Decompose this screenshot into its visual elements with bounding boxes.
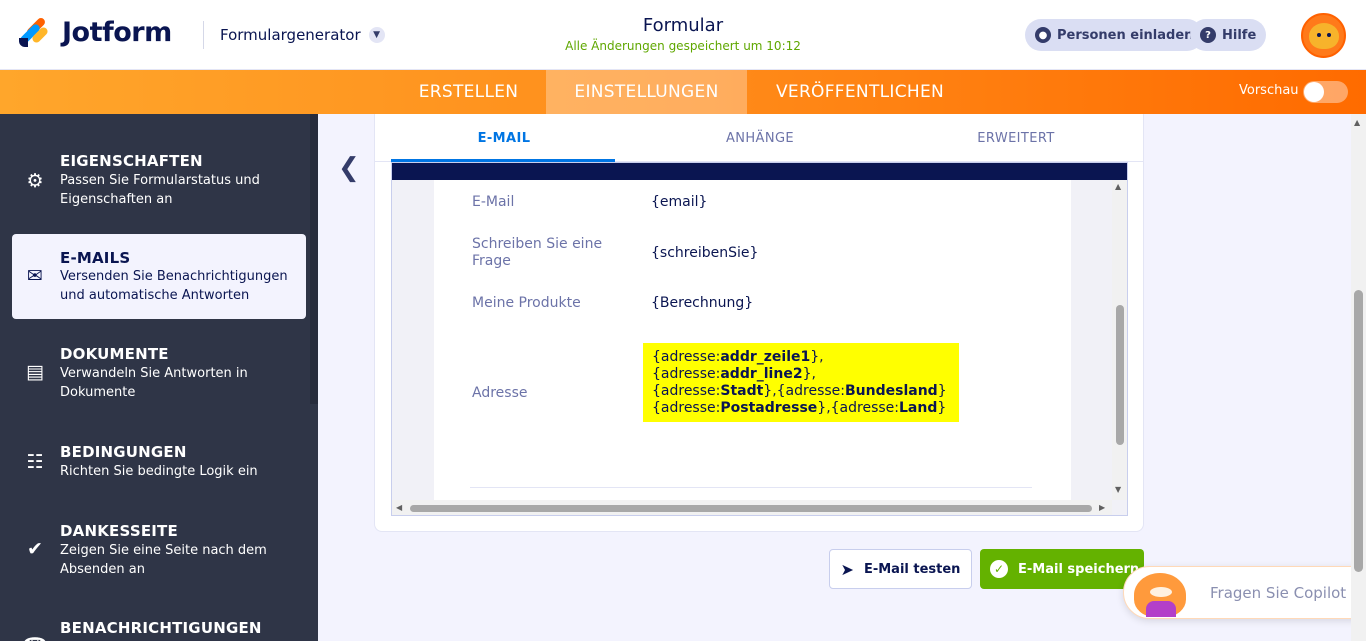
scroll-thumb[interactable] <box>1116 305 1124 445</box>
copilot-label: Fragen Sie Copilot <box>1210 584 1347 602</box>
invite-label: Personen einladen <box>1057 27 1194 43</box>
cat-avatar-icon <box>1308 22 1339 49</box>
preview-label: Vorschau <box>1239 83 1299 98</box>
editor-tabs: E-MAIL ANHÄNGE ERWEITERT <box>375 114 1143 162</box>
user-icon: ● <box>1035 27 1051 43</box>
bell-icon: ☎ <box>23 634 47 641</box>
invite-button[interactable]: ● Personen einladen <box>1025 19 1204 51</box>
scroll-right-icon[interactable]: ▶ <box>1099 503 1105 512</box>
sidebar-item-desc: Verwandeln Sie Antworten in Dokumente <box>60 366 248 400</box>
help-button[interactable]: ? Hilfe <box>1190 19 1267 51</box>
test-email-button[interactable]: ➤ E-Mail testen <box>829 549 972 589</box>
help-label: Hilfe <box>1222 27 1257 43</box>
sidebar-item-title: BEDINGUNGEN <box>60 443 187 461</box>
sidebar-item-dokumente[interactable]: ▤ DOKUMENTE Verwandeln Sie Antworten in … <box>12 336 306 416</box>
check-circle-icon: ✔ <box>27 538 43 560</box>
save-email-button[interactable]: ✓ E-Mail speichern <box>980 549 1144 589</box>
address-line-4: {adresse:Postadresse},{adresse:Land} <box>652 400 947 416</box>
sidebar-item-eigenschaften[interactable]: ⚙ EIGENSCHAFTEN Passen Sie Formularstatu… <box>12 142 306 222</box>
tab-einstellungen[interactable]: EINSTELLUNGEN <box>546 70 747 114</box>
preview-horizontal-scrollbar[interactable]: ◀ ▶ <box>392 500 1112 515</box>
tab-anhaenge[interactable]: ANHÄNGE <box>645 131 875 146</box>
tab-email[interactable]: E-MAIL <box>389 131 619 146</box>
email-editor-card: E-MAIL ANHÄNGE ERWEITERT E-Mail {email} … <box>374 114 1144 532</box>
tab-erstellen[interactable]: ERSTELLEN <box>398 70 539 114</box>
preview-divider <box>470 487 1032 488</box>
row-label-frage: Schreiben Sie eine Frage <box>472 236 603 269</box>
sidebar-item-desc: Versenden Sie Benachrichtigungen und aut… <box>60 269 288 303</box>
sidebar-item-title: EIGENSCHAFTEN <box>60 152 203 170</box>
tab-erweitert[interactable]: ERWEITERT <box>901 131 1131 146</box>
row-value-email: {email} <box>651 194 708 210</box>
document-icon: ▤ <box>26 361 44 383</box>
test-email-label: E-Mail testen <box>863 561 961 577</box>
preview-vertical-scrollbar[interactable]: ▲ ▼ <box>1112 180 1127 500</box>
scroll-down-icon[interactable]: ▼ <box>1115 485 1121 494</box>
address-line-2: {adresse:addr_line2}, <box>652 366 816 382</box>
sidebar-item-title: BENACHRICHTIGUNGEN <box>60 619 262 637</box>
row-label-adresse: Adresse <box>472 385 528 401</box>
row-value-produkte: {Berechnung} <box>651 295 754 311</box>
email-preview-header <box>392 163 1127 180</box>
sidebar-item-title: E-MAILS <box>60 249 131 267</box>
address-line-3: {adresse:Stadt},{adresse:Bundesland} <box>652 383 947 399</box>
row-label-produkte: Meine Produkte <box>472 295 581 311</box>
sidebar-item-benachrichtigungen[interactable]: ☎ BENACHRICHTIGUNGEN <box>12 614 306 641</box>
sitemap-icon: ☷ <box>26 451 44 473</box>
copilot-widget[interactable]: Fragen Sie Copilot <box>1123 566 1366 619</box>
question-icon: ? <box>1200 27 1216 43</box>
email-preview-body: E-Mail {email} Schreiben Sie eine Frage … <box>434 180 1071 500</box>
paper-plane-icon: ➤ <box>840 559 854 579</box>
page-scrollbar[interactable]: ▲ <box>1351 114 1366 641</box>
main-nav: ERSTELLEN EINSTELLUNGEN VERÖFFENTLICHEN … <box>0 70 1366 114</box>
preview-toggle[interactable] <box>1303 81 1348 103</box>
page-scroll-thumb[interactable] <box>1354 290 1363 572</box>
copilot-cat-icon <box>1134 573 1186 617</box>
sidebar-item-title: DOKUMENTE <box>60 345 169 363</box>
check-icon: ✓ <box>990 560 1008 578</box>
toggle-knob <box>1304 82 1324 102</box>
envelope-icon: ✉ <box>27 265 43 287</box>
row-value-frage: {schreibenSie} <box>651 245 759 261</box>
scroll-thumb[interactable] <box>410 505 1092 512</box>
sidebar-item-desc: Passen Sie Formularstatus und Eigenschaf… <box>60 173 260 207</box>
scroll-left-icon[interactable]: ◀ <box>396 503 402 512</box>
sidebar-item-dankesseite[interactable]: ✔ DANKESSEITE Zeigen Sie eine Seite nach… <box>12 514 306 594</box>
address-line-1: {adresse:addr_zeile1}, <box>652 349 824 365</box>
sidebar-item-desc: Zeigen Sie eine Seite nach dem Absenden … <box>60 543 267 577</box>
tab-veroeffentlichen[interactable]: VERÖFFENTLICHEN <box>758 70 962 114</box>
sidebar-item-emails[interactable]: ✉ E-MAILS Versenden Sie Benachrichtigung… <box>12 234 306 319</box>
address-value-highlight: {adresse:addr_zeile1}, {adresse:addr_lin… <box>643 343 959 422</box>
save-email-label: E-Mail speichern <box>1018 561 1140 577</box>
top-header: Jotform Formulargenerator ▼ Formular All… <box>0 0 1366 70</box>
sidebar-item-title: DANKESSEITE <box>60 522 178 540</box>
user-avatar[interactable] <box>1301 13 1346 58</box>
sidebar-item-bedingungen[interactable]: ☷ BEDINGUNGEN Richten Sie bedingte Logik… <box>12 436 306 496</box>
sidebar-item-desc: Richten Sie bedingte Logik ein <box>60 464 258 479</box>
sidebar-scrollbar[interactable] <box>310 114 318 404</box>
scroll-up-icon[interactable]: ▲ <box>1354 118 1360 127</box>
email-preview-frame: E-Mail {email} Schreiben Sie eine Frage … <box>391 162 1128 516</box>
back-arrow-icon[interactable]: ❮ <box>338 153 360 183</box>
row-label-email: E-Mail <box>472 194 515 210</box>
gear-icon: ⚙ <box>26 170 44 192</box>
settings-sidebar: ⚙ EIGENSCHAFTEN Passen Sie Formularstatu… <box>0 114 318 641</box>
scroll-up-icon[interactable]: ▲ <box>1115 182 1121 191</box>
